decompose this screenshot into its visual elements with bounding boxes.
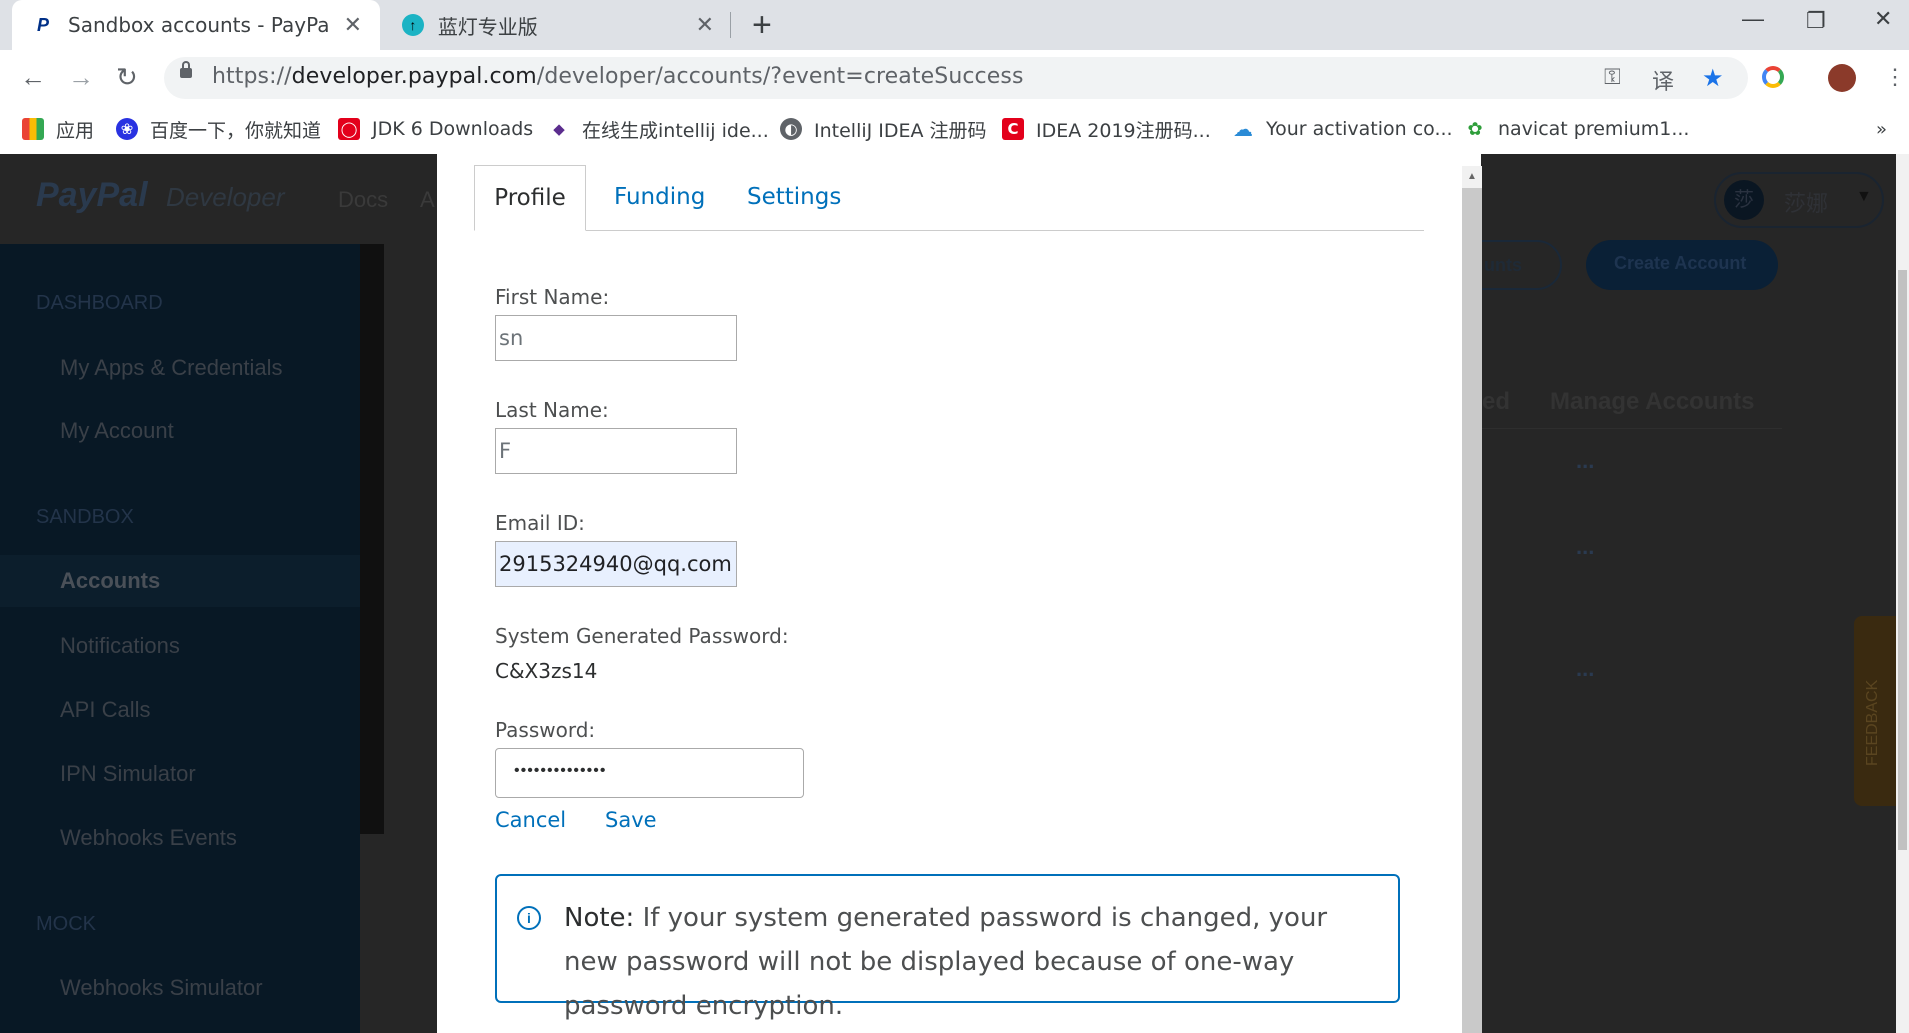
bookmark-intellij-gen[interactable]: ◆ 在线生成intellij ide... [548, 114, 769, 144]
close-icon[interactable]: ✕ [344, 12, 362, 38]
row-menu[interactable]: ... [1576, 448, 1594, 474]
bookmark-apps[interactable]: 应用 [22, 114, 94, 144]
forward-icon[interactable]: → [68, 62, 94, 93]
key-icon[interactable]: ⚿ [1604, 64, 1621, 90]
nav-partial[interactable]: A [420, 187, 435, 213]
apps-grid-icon [22, 118, 44, 140]
divider [1482, 428, 1782, 429]
sidebar-item-webhooks-simulator[interactable]: Webhooks Simulator [60, 975, 263, 1001]
tab-lantern[interactable]: ↑ 蓝灯专业版 ✕ [382, 0, 732, 50]
url-text[interactable]: https://developer.paypal.com/developer/a… [212, 64, 1024, 89]
close-icon[interactable]: ✕ [696, 12, 714, 38]
email-field[interactable]: 2915324940@qq.com [495, 541, 737, 587]
last-name-field[interactable]: F [495, 428, 737, 474]
bookmarks-overflow[interactable]: » [1876, 114, 1887, 144]
sidebar-item-apps[interactable]: My Apps & Credentials [60, 355, 283, 381]
last-name-label: Last Name: [495, 398, 609, 422]
tab-paypal[interactable]: P Sandbox accounts - PayPal Developer ✕ [12, 0, 380, 50]
bookmark-baidu[interactable]: ❀ 百度一下，你就知道 [116, 114, 321, 144]
restore-icon[interactable]: ❐ [1806, 8, 1826, 34]
sidebar-heading-sandbox: SANDBOX [36, 506, 134, 528]
lock-icon[interactable] [180, 61, 192, 78]
note-text: Note: If your system generated password … [564, 903, 1328, 1021]
bookmark-jdk[interactable]: ◯ JDK 6 Downloads [338, 114, 533, 144]
feedback-tab[interactable]: FEEDBACK [1854, 616, 1900, 806]
sidebar-item-my-account[interactable]: My Account [60, 418, 174, 444]
bookmark-intellij-code[interactable]: ◐ IntelliJ IDEA 注册码 [780, 114, 987, 144]
user-name: 莎娜 [1784, 191, 1829, 216]
sidebar-item-accounts[interactable]: Accounts [60, 568, 160, 594]
sidebar-heading-dashboard: DASHBOARD [36, 292, 163, 314]
save-button[interactable]: Save [605, 808, 657, 832]
developer-logo-text: Developer [166, 182, 285, 212]
bookmark-navicat[interactable]: ✿ navicat premium1... [1464, 114, 1689, 144]
tab-title: 蓝灯专业版 [437, 14, 538, 39]
new-tab-button[interactable]: + [752, 6, 772, 45]
globe-icon: ◐ [780, 118, 802, 140]
user-menu[interactable]: 莎 莎娜 ▼ [1714, 172, 1884, 228]
modal-scrollbar[interactable] [1462, 166, 1482, 1033]
sidebar-item-ipn[interactable]: IPN Simulator [60, 761, 196, 787]
first-name-label: First Name: [495, 285, 610, 309]
reload-icon[interactable]: ↻ [116, 62, 138, 93]
password-field[interactable]: •••••••••••••• [495, 748, 804, 798]
system-password-value: C&X3zs14 [495, 659, 598, 683]
cancel-button[interactable]: Cancel [495, 808, 566, 832]
csdn-icon: C [1002, 118, 1024, 140]
system-password-label: System Generated Password: [495, 624, 789, 648]
bookmark-icon: ◆ [548, 118, 570, 140]
tab-divider [730, 12, 731, 38]
nav-docs[interactable]: Docs [338, 187, 388, 213]
sidebar-item-notifications[interactable]: Notifications [60, 633, 180, 659]
cloud-icon: ☁ [1232, 117, 1254, 141]
password-note: i Note: If your system generated passwor… [495, 874, 1400, 1021]
paypal-icon: P [36, 14, 49, 35]
sidebar-active-bg [0, 555, 360, 607]
tab-funding[interactable]: Funding [614, 165, 705, 229]
column-header-partial: ed [1482, 388, 1511, 415]
paypal-logo: PayPal [36, 176, 148, 214]
row-menu[interactable]: ... [1576, 534, 1594, 560]
oracle-icon: ◯ [338, 118, 360, 140]
bookmark-activation[interactable]: ☁ Your activation co... [1232, 114, 1453, 144]
password-label: Password: [495, 718, 596, 742]
tab-title: Sandbox accounts - PayPal Developer [68, 13, 328, 37]
tab-profile[interactable]: Profile [474, 165, 586, 231]
create-account-button[interactable]: Create Account [1586, 240, 1778, 290]
tab-settings[interactable]: Settings [747, 165, 841, 229]
column-header-manage: Manage Accounts [1550, 388, 1755, 415]
sidebar-scrollbar[interactable] [360, 244, 384, 834]
baidu-paw-icon: ❀ [116, 118, 138, 140]
sidebar-item-webhooks-events[interactable]: Webhooks Events [60, 825, 237, 851]
leaf-icon: ✿ [1464, 118, 1486, 140]
minimize-icon[interactable]: — [1742, 6, 1764, 32]
first-name-field[interactable]: sn [495, 315, 737, 361]
info-icon: i [517, 906, 541, 930]
menu-icon[interactable]: ⋮ [1884, 64, 1906, 90]
translate-icon[interactable]: 译 [1652, 64, 1674, 96]
bookmark-idea-2019[interactable]: C IDEA 2019注册码... [1002, 114, 1211, 144]
email-label: Email ID: [495, 511, 585, 535]
sidebar-heading-mock: MOCK [36, 913, 96, 935]
window-close-icon[interactable]: ✕ [1874, 6, 1892, 32]
sidebar-item-api-calls[interactable]: API Calls [60, 697, 150, 723]
lantern-icon: ↑ [402, 14, 424, 36]
page-scrollbar-thumb[interactable] [1898, 270, 1907, 850]
user-avatar: 莎 [1724, 180, 1764, 220]
row-menu[interactable]: ... [1576, 656, 1594, 682]
star-icon[interactable]: ★ [1702, 64, 1724, 93]
back-icon[interactable]: ← [20, 62, 46, 93]
avatar[interactable] [1828, 64, 1856, 92]
chevron-down-icon: ▼ [1856, 188, 1872, 205]
chrome-extension-icon[interactable] [1762, 66, 1784, 88]
scroll-up-icon[interactable]: ▲ [1462, 166, 1482, 188]
